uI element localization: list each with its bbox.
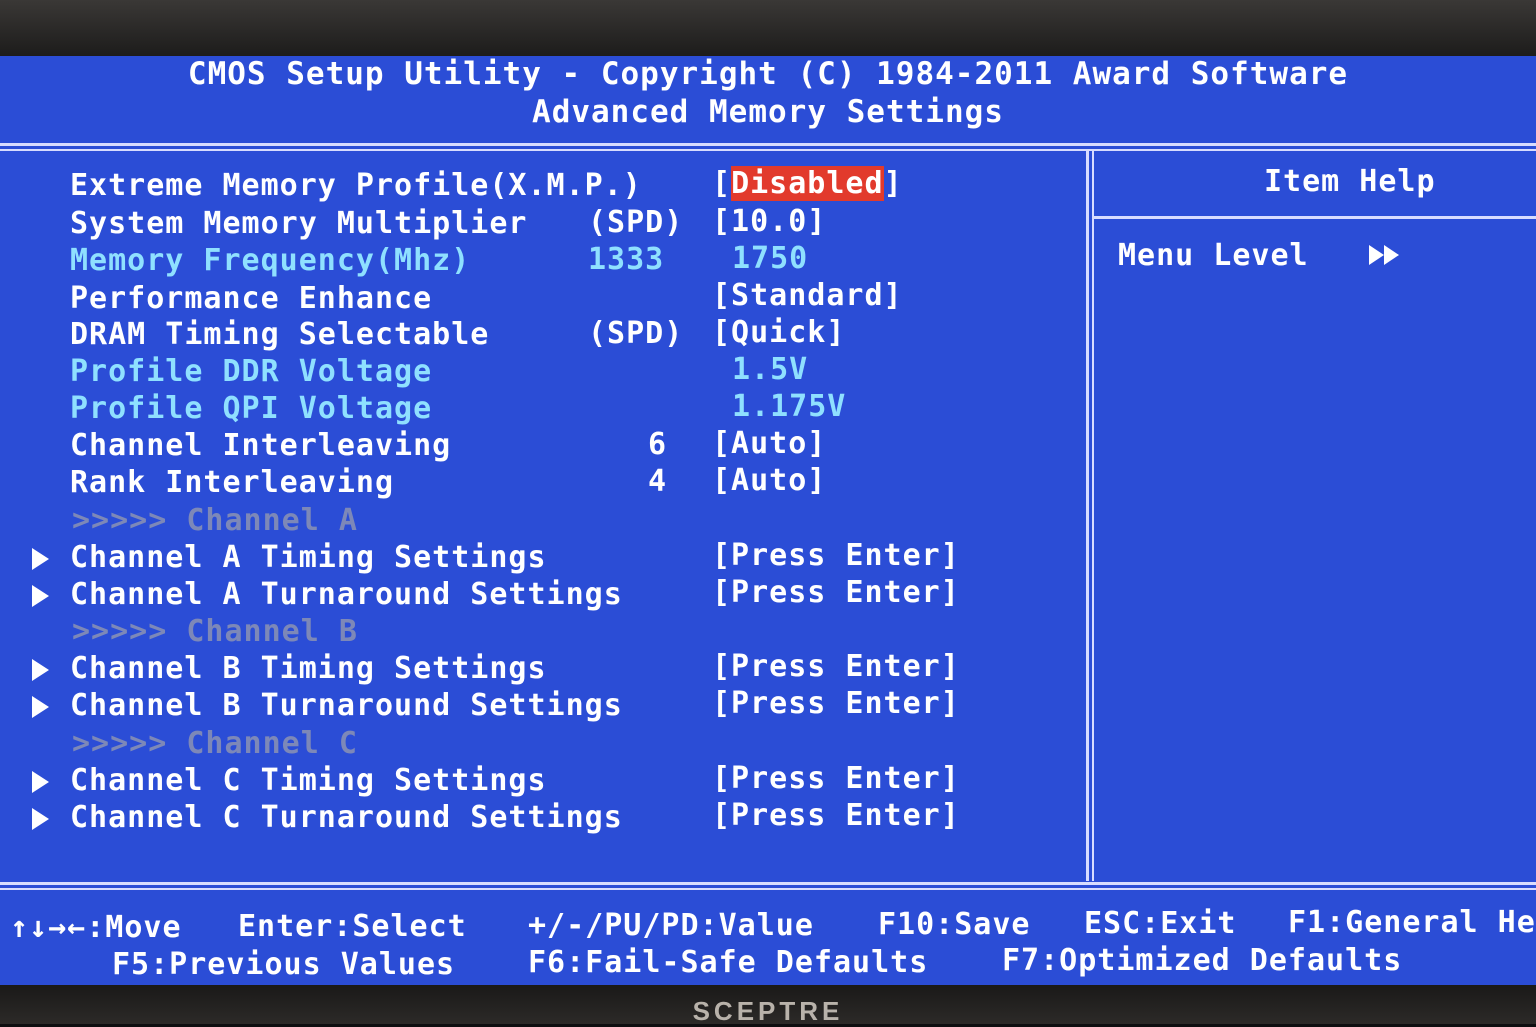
header-title: CMOS Setup Utility - Copyright (C) 1984-… [187, 56, 1349, 92]
footer-general-help: F1:General Help [1288, 905, 1536, 940]
menu-channel-a-turnaround-value[interactable]: [Press Enter] [712, 575, 960, 610]
setting-ddr-voltage-value: 1.5V [732, 352, 809, 387]
footer-divider [0, 882, 1536, 885]
bios-screen: CMOS Setup Utility - Copyright (C) 1984-… [0, 56, 1536, 986]
header-divider-2 [0, 149, 1536, 151]
setting-channel-interleaving-value[interactable]: [Auto] [712, 426, 826, 461]
submenu-arrow-icon [32, 808, 49, 830]
menu-channel-a-turnaround[interactable]: Channel A Turnaround Settings [70, 577, 623, 612]
menu-channel-a-timing-value[interactable]: [Press Enter] [712, 538, 960, 573]
setting-xmp[interactable]: Extreme Memory Profile(X.M.P.) [70, 168, 642, 203]
help-divider [1086, 151, 1089, 881]
footer-select: Enter:Select [238, 909, 467, 944]
help-divider-2 [1092, 151, 1094, 881]
setting-memory-multiplier-value[interactable]: [10.0] [712, 204, 826, 239]
submenu-arrow-icon [32, 585, 49, 607]
help-title: Item Help [1264, 164, 1436, 199]
submenu-arrow-icon [32, 696, 49, 718]
menu-channel-c-turnaround[interactable]: Channel C Turnaround Settings [70, 800, 623, 835]
submenu-arrow-icon [32, 771, 49, 793]
footer-value: +/-/PU/PD:Value [528, 908, 814, 943]
menu-channel-c-timing-value[interactable]: [Press Enter] [712, 761, 960, 796]
help-menu-level: Menu Level [1118, 238, 1399, 273]
footer-move: ↑↓→←:Move [10, 910, 182, 945]
setting-performance-enhance[interactable]: Performance Enhance [70, 281, 432, 316]
arrow-keys-icon: ↑↓→← [10, 910, 87, 945]
setting-memory-frequency-value: 1750 [732, 241, 809, 276]
header-divider [0, 143, 1536, 146]
setting-channel-interleaving-count: 6 [648, 427, 668, 462]
setting-dram-timing[interactable]: DRAM Timing Selectable [70, 317, 489, 352]
submenu-arrow-icon [32, 659, 49, 681]
menu-channel-a-timing[interactable]: Channel A Timing Settings [70, 540, 547, 575]
menu-channel-b-timing-value[interactable]: [Press Enter] [712, 649, 960, 684]
section-channel-c: >>>>> Channel C [72, 726, 358, 761]
section-channel-a: >>>>> Channel A [72, 503, 358, 538]
setting-ddr-voltage: Profile DDR Voltage [70, 354, 433, 389]
setting-memory-frequency-base: 1333 [588, 242, 665, 277]
setting-qpi-voltage-value: 1.175V [732, 389, 847, 424]
menu-channel-b-turnaround[interactable]: Channel B Turnaround Settings [70, 688, 623, 723]
setting-memory-frequency: Memory Frequency(Mhz) [70, 243, 471, 278]
help-title-divider [1094, 216, 1536, 219]
setting-label: Extreme Memory Profile(X.M.P.) [70, 168, 642, 203]
double-arrow-icon [1368, 245, 1384, 265]
setting-rank-interleaving-count: 4 [648, 464, 668, 499]
setting-channel-interleaving[interactable]: Channel Interleaving [70, 428, 451, 463]
monitor-brand-logo: SCEPTRE [692, 996, 844, 1026]
setting-memory-multiplier[interactable]: System Memory Multiplier [70, 206, 527, 241]
setting-qpi-voltage: Profile QPI Voltage [70, 391, 433, 426]
setting-memory-multiplier-source: (SPD) [588, 205, 684, 240]
menu-channel-c-turnaround-value[interactable]: [Press Enter] [712, 798, 960, 833]
submenu-arrow-icon [32, 548, 49, 570]
section-channel-b: >>>>> Channel B [72, 614, 358, 649]
setting-rank-interleaving-value[interactable]: [Auto] [712, 463, 826, 498]
menu-channel-b-turnaround-value[interactable]: [Press Enter] [712, 686, 960, 721]
footer-optimized-defaults: F7:Optimized Defaults [1002, 943, 1403, 978]
menu-channel-b-timing[interactable]: Channel B Timing Settings [70, 651, 547, 686]
selected-value[interactable]: Disabled [731, 166, 884, 201]
setting-dram-timing-source: (SPD) [588, 316, 684, 351]
page-title: Advanced Memory Settings [532, 94, 1004, 130]
footer-exit: ESC:Exit [1084, 906, 1237, 941]
footer-failsafe-defaults: F6:Fail-Safe Defaults [528, 945, 929, 980]
monitor-bezel-top [0, 0, 1536, 58]
double-arrow-icon [1383, 245, 1399, 265]
setting-rank-interleaving[interactable]: Rank Interleaving [70, 465, 394, 500]
setting-xmp-value[interactable]: [Disabled] [712, 166, 903, 201]
menu-channel-c-timing[interactable]: Channel C Timing Settings [70, 763, 547, 798]
setting-performance-enhance-value[interactable]: [Standard] [712, 278, 903, 313]
footer-previous-values: F5:Previous Values [112, 947, 456, 982]
footer-divider-2 [0, 888, 1536, 890]
setting-dram-timing-value[interactable]: [Quick] [712, 315, 845, 350]
footer-save: F10:Save [878, 907, 1031, 942]
